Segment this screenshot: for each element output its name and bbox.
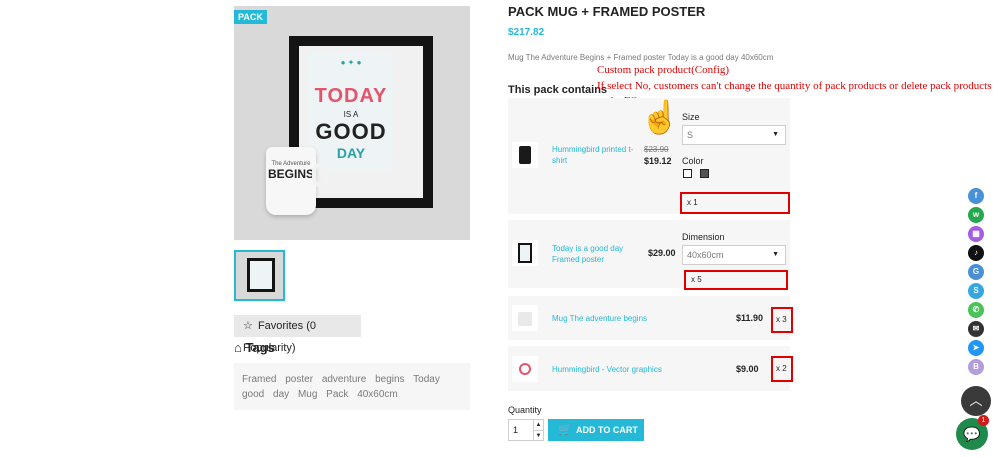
skype-icon[interactable]: S: [968, 283, 984, 299]
tshirt-thumbnail[interactable]: [512, 142, 538, 168]
pack-item-vector: Hummingbird - Vector graphics $9.00: [508, 346, 790, 391]
tag-link[interactable]: adventure: [322, 374, 366, 385]
messenger-icon[interactable]: ➤: [968, 340, 984, 356]
mug-thumbnail[interactable]: [512, 305, 538, 331]
old-price: $23.90: [644, 145, 669, 154]
dimension-select[interactable]: 40x60cm ▼: [682, 245, 786, 265]
pack-item-mug: Mug The adventure begins $11.90: [508, 296, 790, 340]
tag-link[interactable]: poster: [285, 374, 313, 385]
poster-text-good: GOOD: [315, 119, 387, 144]
tag-link[interactable]: Pack: [326, 389, 348, 400]
pack-contains-heading: This pack contains: [508, 84, 608, 96]
dimension-label: Dimension: [682, 232, 725, 242]
product-price: $217.82: [508, 27, 545, 38]
tag-icon: ⌂: [234, 340, 242, 355]
tags-heading: ⌂ Tags: [234, 340, 275, 355]
pack-item-price: $9.00: [736, 364, 759, 374]
grid-icon[interactable]: ▦: [968, 226, 984, 242]
google-icon[interactable]: G: [968, 264, 984, 280]
poster-text-is-a: IS A: [343, 110, 359, 119]
tag-link[interactable]: day: [273, 389, 289, 400]
vector-thumbnail[interactable]: [512, 356, 538, 382]
tiktok-icon[interactable]: ♪: [968, 245, 984, 261]
quantity-box: x 3: [771, 307, 793, 333]
size-select[interactable]: S ▼: [682, 125, 786, 145]
caret-down-icon: ▼: [772, 251, 779, 258]
product-thumbnail[interactable]: [234, 250, 285, 301]
mug-image: The Adventure BEGINS: [266, 147, 328, 215]
decrement-icon[interactable]: ▼: [533, 430, 543, 440]
quantity-box: x 5: [684, 270, 788, 290]
chat-icon: 💬: [963, 426, 981, 442]
color-label: Color: [682, 156, 704, 166]
phone-icon[interactable]: ✆: [968, 302, 984, 318]
product-title: PACK MUG + FRAMED POSTER: [508, 4, 706, 19]
pack-item-link[interactable]: Hummingbird printed t-shirt: [552, 144, 640, 166]
pack-badge: PACK: [234, 10, 267, 24]
add-to-cart-button[interactable]: 🛒 ADD TO CART: [548, 419, 644, 441]
chat-badge: 1: [978, 415, 989, 426]
poster-thumbnail[interactable]: [512, 240, 538, 266]
tag-link[interactable]: Today: [413, 374, 440, 385]
quantity-box: x 2: [771, 356, 793, 382]
poster-text-day: DAY: [336, 145, 366, 161]
annotation-title: Custom pack product(Config): [597, 64, 729, 76]
pack-item-price: $29.00: [648, 248, 676, 258]
b-icon[interactable]: B: [968, 359, 984, 375]
quantity-label: Quantity: [508, 405, 542, 415]
tag-link[interactable]: good: [242, 389, 264, 400]
pack-item-price: $11.90: [736, 313, 764, 323]
facebook-icon[interactable]: f: [968, 188, 984, 204]
tags-list: Framed poster adventure begins Today goo…: [234, 363, 470, 410]
size-label: Size: [682, 112, 700, 122]
tag-link[interactable]: Framed: [242, 374, 276, 385]
tag-link[interactable]: 40x60cm: [357, 389, 398, 400]
tag-link[interactable]: Mug: [298, 389, 317, 400]
star-icon: ☆: [243, 320, 253, 332]
poster-text-today: TODAY: [314, 85, 388, 107]
quantity-box: x 1: [680, 192, 790, 214]
favorites-button[interactable]: ☆ Favorites (0 Popularity): [234, 315, 361, 354]
pack-item-link[interactable]: Today is a good day Framed poster: [552, 243, 632, 265]
mug-text-bottom: BEGINS: [267, 167, 314, 181]
scroll-to-top-button[interactable]: ︿: [961, 386, 991, 416]
whatsapp-icon[interactable]: w: [968, 207, 984, 223]
caret-down-icon: ▼: [772, 131, 779, 138]
pointer-hand-icon: ☝: [640, 99, 680, 135]
product-description: Mug The Adventure Begins + Framed poster…: [508, 53, 774, 62]
cart-icon: 🛒: [558, 424, 572, 436]
email-icon[interactable]: ✉: [968, 321, 984, 337]
increment-icon[interactable]: ▲: [533, 420, 543, 430]
pack-item-link[interactable]: Mug The adventure begins: [552, 313, 647, 324]
color-swatch-gray[interactable]: [700, 169, 709, 178]
tag-link[interactable]: begins: [375, 374, 404, 385]
chevron-up-icon: ︿: [969, 393, 983, 408]
pack-item-link[interactable]: Hummingbird - Vector graphics: [552, 364, 662, 375]
pack-item-price: $19.12: [644, 156, 672, 166]
color-swatch-white[interactable]: [683, 169, 692, 178]
quantity-input[interactable]: 1 ▲ ▼: [508, 419, 544, 441]
